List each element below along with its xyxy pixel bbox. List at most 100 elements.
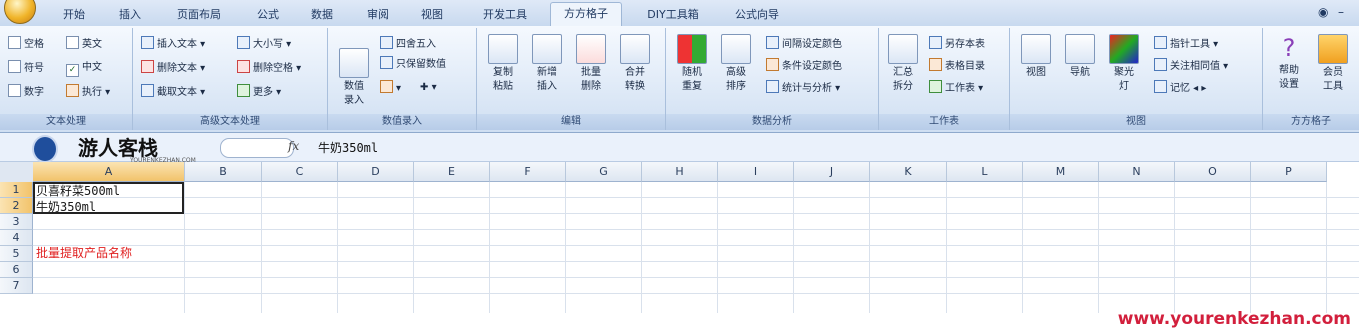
fill-dropdown[interactable]: ▾ bbox=[380, 80, 401, 97]
checkbox-icon bbox=[8, 60, 21, 73]
execute-button[interactable]: 执行 ▾ bbox=[66, 84, 110, 101]
merge-convert-button[interactable]: 合并 转换 bbox=[615, 34, 655, 94]
member-tools-button[interactable]: 会员 工具 bbox=[1313, 34, 1353, 94]
plus-icon: ✚ bbox=[420, 82, 429, 93]
tab-diy-toolbox[interactable]: DIY工具箱 bbox=[636, 5, 710, 25]
row-header-2[interactable]: 2 bbox=[0, 198, 33, 214]
group-label-data-analysis: 数据分析 bbox=[666, 114, 878, 130]
advanced-sort-button[interactable]: 高级 排序 bbox=[716, 34, 756, 94]
tab-review[interactable]: 审阅 bbox=[356, 5, 400, 25]
tab-home[interactable]: 开始 bbox=[52, 5, 96, 25]
group-numeric-entry: 数值 录入 四舍五入 只保留数值 ▾ ✚ ▾ 数值录入 bbox=[328, 28, 477, 130]
conditional-color-button[interactable]: 条件设定颜色 bbox=[766, 58, 842, 75]
navigation-button[interactable]: 导航 bbox=[1060, 34, 1100, 80]
column-header-j[interactable]: J bbox=[794, 162, 870, 182]
tab-formula-wizard[interactable]: 公式向导 bbox=[722, 5, 792, 25]
tab-formulas[interactable]: 公式 bbox=[246, 5, 290, 25]
select-all-corner[interactable] bbox=[0, 162, 34, 183]
tab-developer[interactable]: 开发工具 bbox=[470, 5, 540, 25]
spreadsheet-grid[interactable]: ABCDEFGHIJKLMNOP 1234567 贝喜籽菜500ml 牛奶350… bbox=[0, 162, 1359, 313]
formula-input[interactable]: 牛奶350ml bbox=[318, 139, 378, 156]
name-box[interactable]: 游人客栈 YOURENKEZHAN.COM bbox=[30, 135, 206, 164]
insert-text-button[interactable]: 插入文本 ▾ bbox=[141, 36, 205, 53]
column-header-g[interactable]: G bbox=[566, 162, 642, 182]
formula-controls[interactable] bbox=[220, 138, 294, 158]
group-label-numeric-entry: 数值录入 bbox=[328, 114, 476, 130]
summary-split-button[interactable]: 汇总 拆分 bbox=[883, 34, 923, 94]
random-repeat-button[interactable]: 随机 重复 bbox=[672, 34, 712, 94]
checkbox-icon bbox=[8, 36, 21, 49]
delete-text-button[interactable]: 删除文本 ▾ bbox=[141, 60, 205, 77]
column-header-h[interactable]: H bbox=[642, 162, 718, 182]
column-header-i[interactable]: I bbox=[718, 162, 794, 182]
group-worksheet: 汇总 拆分 另存本表 表格目录 工作表 ▾ 工作表 bbox=[879, 28, 1010, 130]
extract-text-button[interactable]: 截取文本 ▾ bbox=[141, 84, 205, 101]
tab-view[interactable]: 视图 bbox=[410, 5, 454, 25]
batch-delete-button[interactable]: 批量 删除 bbox=[571, 34, 611, 94]
group-advanced-text: 插入文本 ▾ 大小写 ▾ 删除文本 ▾ 删除空格 ▾ 截取文本 ▾ 更多 ▾ 高… bbox=[133, 28, 328, 130]
view-button[interactable]: 视图 bbox=[1016, 34, 1056, 80]
column-header-k[interactable]: K bbox=[870, 162, 947, 182]
column-header-a[interactable]: A bbox=[33, 162, 185, 182]
interval-color-button[interactable]: 间隔设定颜色 bbox=[766, 36, 842, 53]
spotlight-button[interactable]: 聚光 灯 bbox=[1104, 34, 1144, 94]
help-settings-button[interactable]: ? 帮助 设置 bbox=[1269, 34, 1309, 92]
group-label-edit: 编辑 bbox=[477, 114, 665, 130]
document-icon bbox=[339, 48, 369, 78]
round-button[interactable]: 四舍五入 bbox=[380, 36, 436, 53]
worksheet-button[interactable]: 工作表 ▾ bbox=[929, 80, 983, 97]
row-header-7[interactable]: 7 bbox=[0, 278, 33, 294]
column-header-p[interactable]: P bbox=[1251, 162, 1327, 182]
checkbox-chinese[interactable]: ✓ 中文 bbox=[66, 60, 102, 77]
member-icon bbox=[1318, 34, 1348, 64]
column-header-l[interactable]: L bbox=[947, 162, 1023, 182]
tab-page-layout[interactable]: 页面布局 bbox=[164, 5, 234, 25]
column-header-d[interactable]: D bbox=[338, 162, 414, 182]
tab-fangfang[interactable]: 方方格子 bbox=[550, 2, 622, 27]
row-header-3[interactable]: 3 bbox=[0, 214, 33, 230]
site-logo-text: 游人客栈 bbox=[78, 136, 158, 160]
help-icon[interactable]: ◉ bbox=[1318, 5, 1328, 19]
column-header-b[interactable]: B bbox=[185, 162, 262, 182]
column-header-m[interactable]: M bbox=[1023, 162, 1099, 182]
copy-paste-button[interactable]: 复制 粘贴 bbox=[483, 34, 523, 94]
office-button[interactable] bbox=[4, 0, 36, 24]
plus-dropdown[interactable]: ✚ ▾ bbox=[420, 80, 437, 96]
gridline bbox=[33, 245, 1359, 246]
case-button[interactable]: 大小写 ▾ bbox=[237, 36, 291, 53]
gridline bbox=[33, 229, 1359, 230]
numeric-entry-button[interactable]: 数值 录入 bbox=[334, 34, 374, 108]
checkbox-symbol[interactable]: 符号 bbox=[8, 60, 44, 77]
column-header-f[interactable]: F bbox=[490, 162, 566, 182]
pointer-tool-button[interactable]: 指针工具 ▾ bbox=[1154, 36, 1218, 53]
delete-space-button[interactable]: 删除空格 ▾ bbox=[237, 60, 301, 77]
random-icon bbox=[677, 34, 707, 64]
gridline bbox=[33, 197, 1359, 198]
table-catalog-button[interactable]: 表格目录 bbox=[929, 58, 985, 75]
column-header-c[interactable]: C bbox=[262, 162, 338, 182]
same-value-button[interactable]: 关注相同值 ▾ bbox=[1154, 58, 1228, 75]
row-header-1[interactable]: 1 bbox=[0, 182, 33, 198]
more-button[interactable]: 更多 ▾ bbox=[237, 84, 281, 101]
add-insert-button[interactable]: 新增 插入 bbox=[527, 34, 567, 94]
save-sheet-button[interactable]: 另存本表 bbox=[929, 36, 985, 53]
memory-button[interactable]: 记忆 ◂ ▸ bbox=[1154, 80, 1206, 97]
minimize-ribbon-icon[interactable]: – bbox=[1338, 5, 1344, 19]
checkbox-space[interactable]: 空格 bbox=[8, 36, 44, 53]
checkbox-english[interactable]: 英文 bbox=[66, 36, 102, 53]
column-header-n[interactable]: N bbox=[1099, 162, 1175, 182]
column-header-o[interactable]: O bbox=[1175, 162, 1251, 182]
cell-A4[interactable]: 批量提取产品名称 bbox=[36, 245, 132, 261]
tab-insert[interactable]: 插入 bbox=[108, 5, 152, 25]
row-header-5[interactable]: 5 bbox=[0, 246, 33, 262]
column-header-e[interactable]: E bbox=[414, 162, 490, 182]
row-header-6[interactable]: 6 bbox=[0, 262, 33, 278]
checkbox-number[interactable]: 数字 bbox=[8, 84, 44, 101]
tab-data[interactable]: 数据 bbox=[300, 5, 344, 25]
checkmark-icon: ✓ bbox=[66, 64, 79, 77]
statistics-button[interactable]: 统计与分析 ▾ bbox=[766, 80, 840, 97]
fx-icon[interactable]: fx bbox=[288, 139, 299, 153]
keep-values-button[interactable]: 只保留数值 bbox=[380, 56, 446, 73]
group-label-worksheet: 工作表 bbox=[879, 114, 1009, 130]
row-header-4[interactable]: 4 bbox=[0, 230, 33, 246]
